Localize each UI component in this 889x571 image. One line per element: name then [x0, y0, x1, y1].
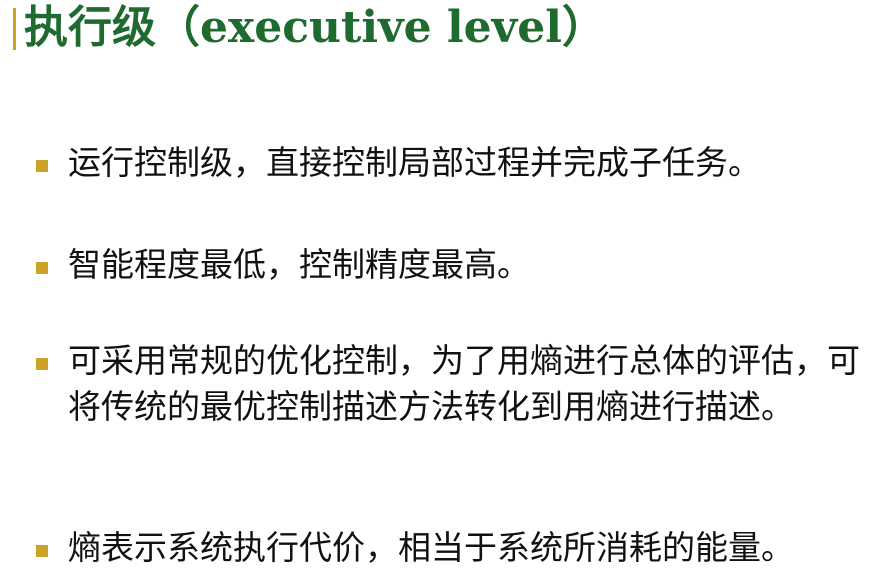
bullet-text: 运行控制级，直接控制局部过程并完成子任务。: [68, 143, 761, 182]
square-bullet-icon: [36, 160, 48, 172]
square-bullet-icon: [36, 545, 48, 557]
square-bullet-icon: [36, 358, 48, 370]
bullet-text: 熵表示系统执行代价，相当于系统所消耗的能量。: [68, 528, 794, 567]
bullet-text: 可采用常规的优化控制，为了用熵进行总体的评估，可将传统的最优控制描述方法转化到用…: [68, 341, 860, 426]
bullet-text: 智能程度最低，控制精度最高。: [68, 245, 530, 284]
square-bullet-icon: [36, 262, 48, 274]
bullet-list: 运行控制级，直接控制局部过程并完成子任务。 智能程度最低，控制精度最高。 可采用…: [0, 0, 889, 570]
